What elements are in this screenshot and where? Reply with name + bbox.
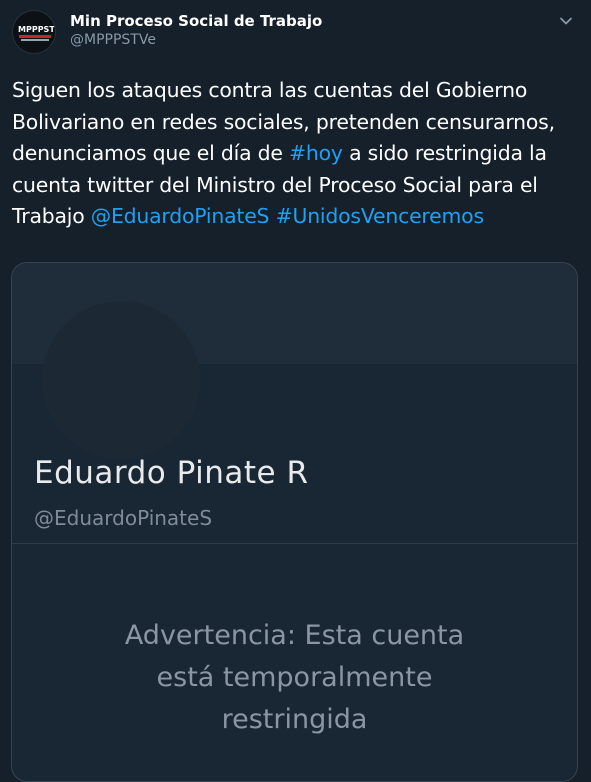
- hashtag-link[interactable]: #hoy: [289, 141, 343, 165]
- avatar-logo-text: MPPPST: [18, 25, 55, 34]
- restriction-warning: Advertencia: Esta cuenta está temporalme…: [12, 615, 577, 741]
- profile-avatar: [42, 301, 200, 459]
- divider: [12, 543, 577, 544]
- avatar-logo-underline: [21, 39, 49, 41]
- author-handle[interactable]: @MPPPSTVe: [70, 32, 156, 48]
- profile-handle: @EduardoPinateS: [34, 506, 213, 530]
- mention-link[interactable]: @EduardoPinateS: [91, 204, 270, 228]
- avatar-logo-stripe: [19, 35, 51, 38]
- tweet-header: MPPPST Min Proceso Social de Trabajo @MP…: [12, 10, 579, 54]
- avatar[interactable]: MPPPST: [12, 10, 56, 54]
- tweet-text: Siguen los ataques contra las cuentas de…: [12, 75, 578, 233]
- chevron-down-icon[interactable]: [557, 12, 575, 30]
- attached-image[interactable]: Eduardo Pinate R @EduardoPinateS Adverte…: [11, 262, 578, 782]
- warning-line: está temporalmente: [156, 662, 433, 693]
- warning-line: Advertencia: Esta cuenta: [124, 620, 465, 651]
- warning-line: restringida: [221, 704, 368, 735]
- hashtag-link[interactable]: #UnidosVenceremos: [276, 204, 484, 228]
- profile-name: Eduardo Pinate R: [34, 455, 309, 491]
- author-name[interactable]: Min Proceso Social de Trabajo: [70, 12, 322, 30]
